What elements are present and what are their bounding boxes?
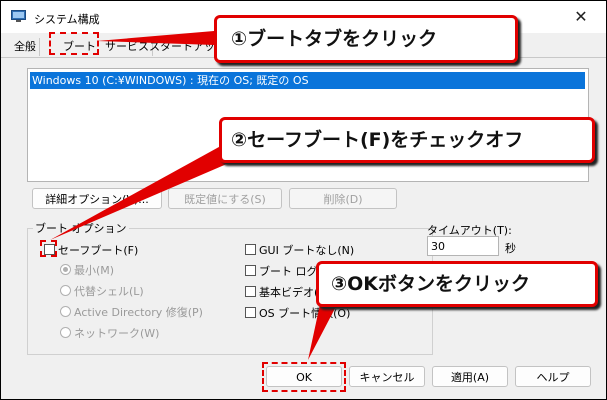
callout-step1: ①ブートタブをクリック (214, 15, 518, 63)
boot-tab-highlight (49, 32, 99, 55)
callout-2-pointer (50, 142, 236, 240)
safe-boot-highlight (40, 240, 57, 257)
ok-button-highlight (262, 362, 346, 392)
callout-step2: ②セーフブート(F)をチェックオフ (219, 117, 595, 163)
callout-1-pointer (97, 31, 214, 45)
callout-step3: ③OKボタンをクリック (316, 261, 598, 307)
